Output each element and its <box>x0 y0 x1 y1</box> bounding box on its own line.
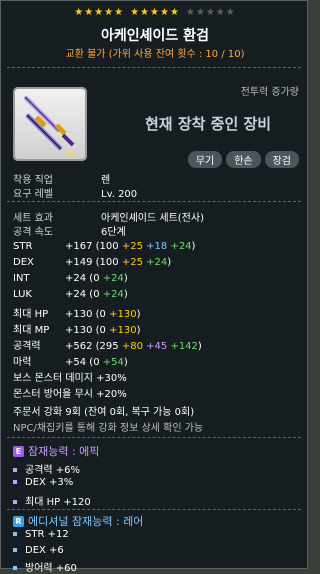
stat-magic: 마력 +54 (0 +54) <box>13 357 128 368</box>
item-icon-frame <box>13 87 87 161</box>
stat-attack: 공격력 +562 (295 +80 +45 +142) <box>13 341 202 352</box>
tag-one-hand: 한손 <box>226 151 261 168</box>
additional-line: DEX +6 <box>13 545 64 556</box>
tag-weapon: 무기 <box>187 151 223 168</box>
stat-dex: DEX +149 (100 +25 +24) <box>13 257 172 268</box>
star-force-row: ★★★★★ ★★★★★ ★★★★★ <box>1 7 309 18</box>
rare-grade-icon: R <box>13 515 24 527</box>
stat-ignore-defense: 몬스터 방어율 무시 +20% <box>13 389 127 400</box>
stat-luk: LUK +24 (0 +24) <box>13 289 128 300</box>
attack-speed: 공격 속도 6단계 <box>13 227 126 238</box>
divider <box>7 201 301 203</box>
item-tags: 무기 한손 장검 <box>187 151 299 168</box>
additional-line: STR +12 <box>13 529 69 540</box>
upgrade-count: 주문서 강화 9회 (잔여 0회, 복구 가능 0회) <box>13 407 195 418</box>
trade-status: 교환 불가 (가위 사용 잔여 횟수 : 10 / 10) <box>65 49 245 60</box>
upgrade-note: NPC/채집키를 통해 강화 정보 상세 확인 가능 <box>13 423 204 434</box>
stat-max-mp: 최대 MP +130 (0 +130) <box>13 325 141 336</box>
item-name: 아케인셰이드 환검 <box>101 28 209 44</box>
star-group-3: ★★★★★ <box>185 7 236 18</box>
star-group-1: ★★★★★ <box>74 7 125 18</box>
stat-boss-damage: 보스 몬스터 데미지 +30% <box>13 373 127 384</box>
item-tooltip: ★★★★★ ★★★★★ ★★★★★ 아케인셰이드 환검 교환 불가 (가위 사용 잔… <box>0 0 309 574</box>
req-job: 착용 직업 렌 <box>13 175 111 186</box>
potential-line: DEX +3% <box>13 477 73 488</box>
equipped-status: 현재 장착 중인 장비 <box>145 115 272 133</box>
set-effect: 세트 효과 아케인셰이드 세트(전사) <box>13 213 204 224</box>
epic-grade-icon: E <box>13 445 24 457</box>
twin-sword-icon <box>23 95 76 156</box>
stat-str: STR +167 (100 +25 +18 +24) <box>13 241 196 252</box>
divider <box>7 437 301 439</box>
stat-int: INT +24 (0 +24) <box>13 273 128 284</box>
additional-line: 방어력 +60 <box>13 559 77 574</box>
potential-title: 잠재능력 : 에픽 <box>28 445 100 458</box>
additional-title: 에디셔널 잠재능력 : 레어 <box>28 515 144 528</box>
potential-header: E 잠재능력 : 에픽 <box>13 443 99 459</box>
stat-max-hp: 최대 HP +130 (0 +130) <box>13 309 141 320</box>
req-level: 요구 레벨 Lv. 200 <box>13 189 138 200</box>
potential-line: 공격력 +6% <box>13 461 80 476</box>
star-group-2: ★★★★★ <box>130 7 180 18</box>
tag-sword: 장검 <box>264 151 299 168</box>
potential-line: 최대 HP +120 <box>13 493 91 508</box>
combat-power-label: 전투력 증가량 <box>240 87 299 98</box>
additional-header: R 에디셔널 잠재능력 : 레어 <box>13 513 143 529</box>
divider <box>7 509 301 511</box>
divider <box>7 67 301 69</box>
